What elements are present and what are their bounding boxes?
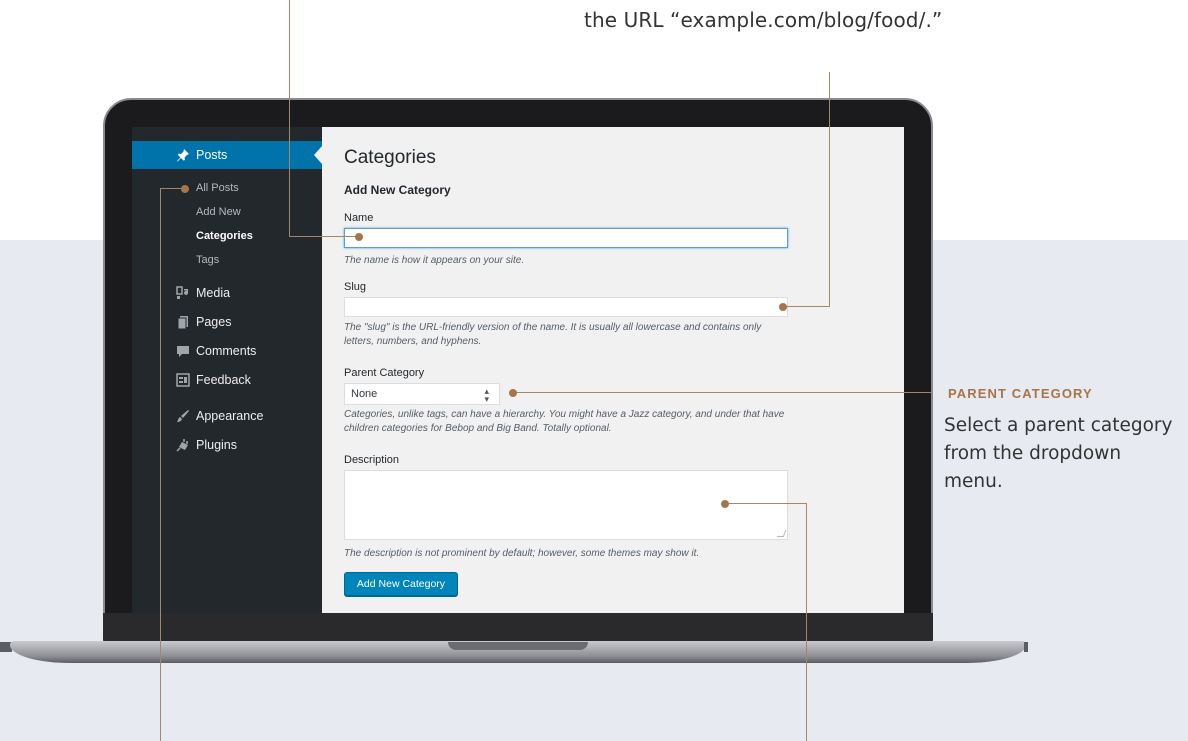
sidebar-subitem-tags[interactable]: Tags xyxy=(196,254,219,266)
current-menu-arrow xyxy=(314,146,322,164)
callout-line-parent xyxy=(514,392,931,393)
callout-line-description xyxy=(728,503,807,504)
callout-dot-description xyxy=(721,500,729,508)
slug-label: Slug xyxy=(344,281,367,293)
callout-heading: PARENT CATEGORY xyxy=(948,386,1093,401)
feedback-icon xyxy=(176,373,190,387)
page-title: Categories xyxy=(344,147,436,168)
sidebar-item-appearance[interactable]: Appearance xyxy=(196,409,263,423)
comments-icon xyxy=(177,346,189,357)
sidebar-item-comments[interactable]: Comments xyxy=(196,344,256,358)
callout-line-name xyxy=(289,236,359,237)
name-field[interactable] xyxy=(344,228,788,248)
appearance-icon xyxy=(177,410,189,422)
slug-help: The "slug" is the URL-friendly version o… xyxy=(344,322,762,347)
sidebar-subitem-categories[interactable]: Categories xyxy=(196,230,253,242)
pushpin-icon xyxy=(177,149,189,162)
name-label: Name xyxy=(344,212,374,224)
plugins-icon xyxy=(176,439,188,452)
pages-icon xyxy=(177,316,188,329)
sidebar-item-label: Posts xyxy=(196,148,228,162)
callout-line-description xyxy=(806,503,807,741)
section-title: Add New Category xyxy=(344,183,451,197)
callout-line-slug xyxy=(829,72,830,307)
sidebar-item-media[interactable]: Media xyxy=(196,286,230,300)
laptop-base-edge xyxy=(1024,642,1028,652)
resize-handle-icon[interactable] xyxy=(776,530,787,537)
callout-dot-name xyxy=(355,233,363,241)
callout-text: Select a parent category from the dropdo… xyxy=(944,415,1173,492)
laptop-notch xyxy=(448,642,588,650)
callout-line-name xyxy=(289,0,290,237)
top-caption: the URL “example.com/blog/food/.” xyxy=(584,8,943,32)
media-icon xyxy=(176,286,188,299)
sidebar-subitem-all-posts[interactable]: All Posts xyxy=(196,182,239,194)
description-label: Description xyxy=(344,454,400,466)
callout-dot-parent xyxy=(509,389,517,397)
parent-category-select[interactable]: None ▴ ▾ xyxy=(344,383,500,405)
laptop-chin xyxy=(103,613,933,643)
add-new-category-button[interactable]: Add New Category xyxy=(344,572,458,596)
parent-category-label: Parent Category xyxy=(344,367,425,379)
sidebar-item-plugins[interactable]: Plugins xyxy=(196,438,237,452)
callout-dot-slug xyxy=(779,303,787,311)
callout-dot-all-posts xyxy=(181,185,189,193)
callout-line-all-posts xyxy=(160,188,161,741)
sidebar-item-feedback[interactable]: Feedback xyxy=(196,373,251,387)
sidebar-subitem-add-new[interactable]: Add New xyxy=(196,206,241,218)
select-arrows-icon: ▴ ▾ xyxy=(484,386,489,404)
parent-category-help: Categories, unlike tags, can have a hier… xyxy=(344,409,785,434)
sidebar-item-posts[interactable]: Posts xyxy=(132,141,322,169)
description-help: The description is not prominent by defa… xyxy=(344,548,700,559)
name-help: The name is how it appears on your site. xyxy=(344,255,525,266)
callout-line-slug xyxy=(785,306,830,307)
slug-field[interactable] xyxy=(344,297,788,317)
sidebar-item-pages[interactable]: Pages xyxy=(196,315,231,329)
laptop-screen: Posts All Posts Add New Categories Tags … xyxy=(132,127,904,613)
parent-category-value: None xyxy=(351,388,378,400)
